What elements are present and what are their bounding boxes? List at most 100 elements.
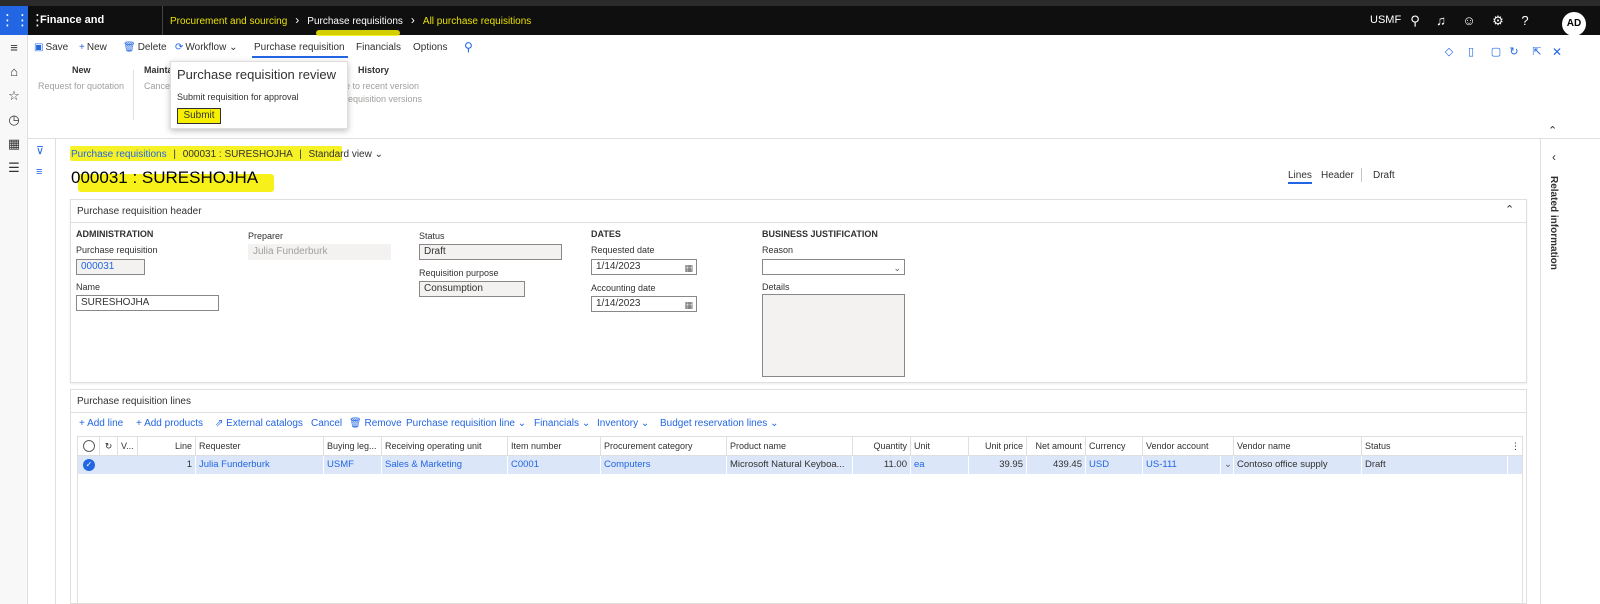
column-header-v[interactable]: V... [118,437,138,455]
breadcrumb-purchase-requisitions-link[interactable]: Purchase requisitions [71,149,167,160]
tab-financials[interactable]: Financials [356,42,401,53]
cell-vendor-account[interactable]: US-111 [1143,456,1221,474]
column-header-currency[interactable]: Currency [1086,437,1143,455]
delete-button[interactable]: 🗑 Delete [123,42,167,53]
column-header-net-amount[interactable]: Net amount [1027,437,1086,455]
search-icon[interactable]: ⚲ [464,40,473,54]
hamburger-icon[interactable]: ≡ [0,40,28,55]
cell-requester[interactable]: Julia Funderburk [196,456,324,474]
workspace-icon[interactable]: ▦ [0,136,28,152]
smiley-icon[interactable]: ☺ [1458,6,1480,35]
chevron-down-icon[interactable]: ⌄ [375,149,383,160]
column-header-procurement-category[interactable]: Procurement category [601,437,727,455]
column-header-line[interactable]: Line [138,437,196,455]
breadcrumb-all-purchase-requisitions[interactable]: All purchase requisitions [423,16,531,27]
column-header-item-number[interactable]: Item number [508,437,601,455]
popout-icon[interactable]: ⇱ [1526,38,1548,67]
column-header-requester[interactable]: Requester [196,437,324,455]
refresh-icon[interactable]: ↻ [100,437,118,455]
diamond-icon[interactable]: ◇ [1438,38,1460,67]
list-icon[interactable]: ≡ [36,166,42,178]
cancel-button[interactable]: Cancel [311,418,342,429]
requested-date-field[interactable]: 1/14/2023 ▦ [591,259,697,275]
company-picker[interactable]: USMF [1370,6,1401,35]
gear-icon[interactable]: ⚙ [1487,6,1509,35]
tab-lines[interactable]: Lines [1288,170,1312,181]
cell-unit[interactable]: ea [911,456,969,474]
column-header-unit[interactable]: Unit [911,437,969,455]
calendar-icon[interactable]: ▦ [684,298,693,311]
tab-options[interactable]: Options [413,42,447,53]
column-header-vendor-name[interactable]: Vendor name [1234,437,1362,455]
office-icon[interactable]: ▯ [1460,38,1482,67]
cell-currency[interactable]: USD [1086,456,1143,474]
request-for-quotation-button[interactable]: Request for quotation [38,81,124,91]
column-header-product-name[interactable]: Product name [727,437,853,455]
calendar-icon[interactable]: ▦ [684,261,693,274]
filter-icon[interactable]: ⊽ [36,144,44,157]
cell-item-number[interactable]: C0001 [508,456,601,474]
revert-version-button[interactable]: e to recent version [345,81,419,91]
submit-button[interactable]: Submit [177,108,221,124]
column-header-unit-price[interactable]: Unit price [969,437,1027,455]
remove-button[interactable]: 🗑 Remove [349,418,402,429]
cell-receiving-operating-unit[interactable]: Sales & Marketing [382,456,508,474]
app-title[interactable]: Finance and Operations [28,6,163,55]
chevron-down-icon[interactable]: ⌄ [893,261,901,274]
purchase-requisition-field[interactable]: 000031 [76,259,145,275]
financials-menu[interactable]: Financials ⌄ [534,418,590,429]
star-icon[interactable]: ☆ [0,88,28,104]
cell-buying-legal-entity[interactable]: USMF [324,456,382,474]
tab-header[interactable]: Header [1321,170,1354,181]
budget-reservation-lines-menu[interactable]: Budget reservation lines ⌄ [660,418,778,429]
cell-product-name[interactable]: Microsoft Natural Keyboa... [727,456,853,474]
cancel-requisition-button[interactable]: Cance [144,81,170,91]
purchase-requisition-line-menu[interactable]: Purchase requisition line ⌄ [406,418,526,429]
cell-procurement-category[interactable]: Computers [601,456,727,474]
clock-icon[interactable]: ◷ [0,112,28,128]
cell-quantity[interactable]: 11.00 [853,456,911,474]
header-card-title[interactable]: Purchase requisition header [77,206,202,217]
home-icon[interactable]: ⌂ [0,64,28,79]
column-header-buying-legal-entity[interactable]: Buying leg... [324,437,382,455]
add-products-button[interactable]: + Add products [136,418,203,429]
chevron-up-icon[interactable]: ⌃ [1505,203,1514,216]
bell-icon[interactable]: ♫ [1430,6,1452,35]
cell-vendor-name[interactable]: Contoso office supply [1234,456,1362,474]
avatar[interactable]: AD [1562,12,1586,36]
help-icon[interactable]: ? [1514,6,1536,35]
row-checkmark-icon[interactable]: ✓ [83,459,95,471]
reason-dropdown[interactable]: ⌄ [762,259,905,275]
refresh-icon[interactable]: ↻ [1503,38,1525,67]
close-icon[interactable]: ✕ [1546,38,1568,67]
tab-purchase-requisition[interactable]: Purchase requisition [254,42,345,53]
cell-net-amount[interactable]: 439.45 [1027,456,1086,474]
column-header-quantity[interactable]: Quantity [853,437,911,455]
column-header-status[interactable]: Status [1362,437,1508,455]
app-launcher-icon[interactable]: ⋮⋮⋮ [0,6,45,35]
column-header-receiving-operating-unit[interactable]: Receiving operating unit [382,437,508,455]
cell-unit-price[interactable]: 39.95 [969,456,1027,474]
requisition-purpose-field[interactable]: Consumption [419,281,525,297]
name-field[interactable]: SURESHOJHA [76,295,219,311]
accounting-date-field[interactable]: 1/14/2023 ▦ [591,296,697,312]
related-information-label[interactable]: Related information [1548,176,1559,270]
details-textarea[interactable] [762,294,905,377]
new-button[interactable]: + New [79,42,107,53]
chevron-left-icon[interactable]: ‹ [1552,150,1556,164]
save-button[interactable]: ▣ Save [34,42,68,53]
more-options-icon[interactable]: ⋮ [1508,437,1522,455]
search-icon[interactable]: ⚲ [1404,6,1426,35]
collapse-ribbon-icon[interactable]: ⌃ [1548,124,1557,137]
add-line-button[interactable]: + Add line [79,418,123,429]
inventory-menu[interactable]: Inventory ⌄ [597,418,649,429]
lines-card-title[interactable]: Purchase requisition lines [77,396,191,407]
chevron-down-icon[interactable]: ⌄ [1221,456,1234,474]
modules-icon[interactable]: ☰ [0,160,28,176]
column-header-vendor-account[interactable]: Vendor account [1143,437,1234,455]
breadcrumb-purchase-requisitions[interactable]: Purchase requisitions [307,16,403,27]
breadcrumb-procurement[interactable]: Procurement and sourcing [170,16,287,27]
workflow-button[interactable]: ⟳ Workflow ⌄ [175,42,238,53]
requisition-versions-button[interactable]: requisition versions [345,94,422,104]
external-catalogs-button[interactable]: ⇗ External catalogs [215,418,303,429]
